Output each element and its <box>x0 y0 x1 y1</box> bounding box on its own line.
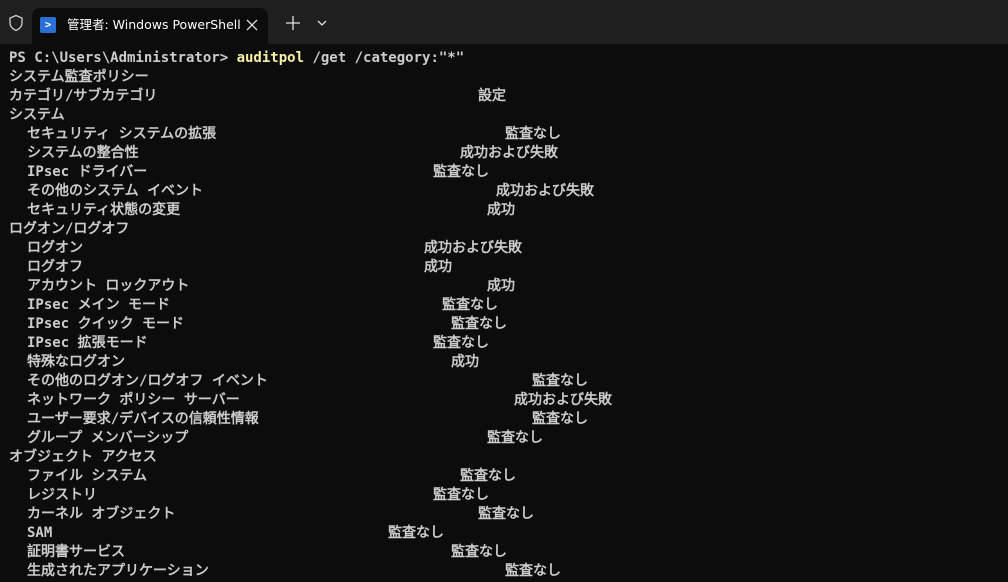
subcategory-setting: 監査なし <box>478 506 534 522</box>
subcategory-label: アカウント ロックアウト <box>27 278 190 294</box>
subcategory-label: グループ メンバーシップ <box>27 430 189 446</box>
subcategory-setting: 監査なし <box>532 373 588 389</box>
subcategory-label: SAM <box>27 525 53 541</box>
subcategory-setting: 監査なし <box>388 525 444 541</box>
subcategory-label: その他のシステム イベント <box>27 183 204 199</box>
subcategory-label: ユーザー要求/デバイスの信頼性情報 <box>27 411 259 427</box>
policy-heading: システム監査ポリシー <box>0 68 1008 87</box>
subcategory-row: ユーザー要求/デバイスの信頼性情報 監査なし <box>0 410 1008 429</box>
tab-powershell[interactable]: > 管理者: Windows PowerShell <box>32 8 268 44</box>
category-name: システム <box>9 107 65 123</box>
subcategory-setting: 監査なし <box>433 487 489 503</box>
subcategory-label: IPsec クイック モード <box>27 316 185 332</box>
subcategory-row: IPsec ドライバー 監査なし <box>0 163 1008 182</box>
subcategory-row: 証明書サービス 監査なし <box>0 543 1008 562</box>
shield-icon <box>9 14 23 32</box>
tab-title: 管理者: Windows PowerShell <box>67 17 241 32</box>
category-row: オブジェクト アクセス <box>0 448 1008 467</box>
plus-icon[interactable] <box>283 13 303 33</box>
subcategory-label: ネットワーク ポリシー サーバー <box>27 392 240 408</box>
subcategory-label: IPsec ドライバー <box>27 164 148 180</box>
terminal-output[interactable]: PS C:\Users\Administrator> auditpol /get… <box>0 44 1008 582</box>
subcategory-setting: 監査なし <box>442 297 498 313</box>
subcategory-row: SAM 監査なし <box>0 524 1008 543</box>
category-name: オブジェクト アクセス <box>9 449 157 465</box>
subcategory-setting: 監査なし <box>433 335 489 351</box>
subcategory-label: セキュリティ システムの拡張 <box>27 126 217 142</box>
subcategory-setting: 監査なし <box>505 126 561 142</box>
subcategory-row: IPsec メイン モード 監査なし <box>0 296 1008 315</box>
subcategory-setting: 成功 <box>487 278 515 294</box>
column-header: カテゴリ/サブカテゴリ 設定 <box>0 87 1008 106</box>
subcategory-row: ログオン 成功および失敗 <box>0 239 1008 258</box>
subcategory-row: IPsec 拡張モード 監査なし <box>0 334 1008 353</box>
subcategory-row: 特殊なログオン 成功 <box>0 353 1008 372</box>
category-row: ログオン/ログオフ <box>0 220 1008 239</box>
subcategory-setting: 監査なし <box>487 430 543 446</box>
column-label: カテゴリ/サブカテゴリ <box>9 88 158 104</box>
subcategory-label: ログオン <box>27 240 83 256</box>
subcategory-row: システムの整合性 成功および失敗 <box>0 144 1008 163</box>
subcategory-setting: 成功 <box>424 259 452 275</box>
close-icon[interactable] <box>242 15 262 35</box>
subcategory-label: レジストリ <box>27 487 97 503</box>
subcategory-label: IPsec メイン モード <box>27 297 171 313</box>
subcategory-label: その他のログオン/ログオフ イベント <box>27 373 268 389</box>
subcategory-setting: 成功および失敗 <box>424 240 522 256</box>
subcategory-row: その他のログオン/ログオフ イベント 監査なし <box>0 372 1008 391</box>
column-setting: 設定 <box>478 88 506 104</box>
subcategory-label: ログオフ <box>27 259 83 275</box>
subcategory-label: 特殊なログオン <box>27 354 125 370</box>
subcategory-label: ファイル システム <box>27 468 148 484</box>
prompt-text: PS C:\Users\Administrator> <box>9 50 237 66</box>
chevron-down-icon[interactable] <box>313 14 331 32</box>
subcategory-label: カーネル オブジェクト <box>27 506 176 522</box>
subcategory-row: レジストリ 監査なし <box>0 486 1008 505</box>
subcategory-setting: 成功 <box>451 354 479 370</box>
subcategory-label: IPsec 拡張モード <box>27 335 148 351</box>
subcategory-label: 証明書サービス <box>27 544 125 560</box>
subcategory-setting: 監査なし <box>451 316 507 332</box>
subcategory-setting: 成功および失敗 <box>460 145 558 161</box>
command-text: auditpol <box>236 50 305 66</box>
subcategory-row: その他のシステム イベント 成功および失敗 <box>0 182 1008 201</box>
subcategory-row: 生成されたアプリケーション 監査なし <box>0 562 1008 581</box>
prompt-wrap: PS C:\Users\Administrator> auditpol /get… <box>9 49 464 68</box>
subcategory-row: ログオフ 成功 <box>0 258 1008 277</box>
subcategory-setting: 監査なし <box>505 563 561 579</box>
subcategory-row: アカウント ロックアウト 成功 <box>0 277 1008 296</box>
subcategory-setting: 監査なし <box>460 468 516 484</box>
subcategory-row: ファイル システム 監査なし <box>0 467 1008 486</box>
subcategory-setting: 成功および失敗 <box>496 183 594 199</box>
subcategory-row: セキュリティ状態の変更 成功 <box>0 201 1008 220</box>
subcategory-setting: 成功 <box>487 202 515 218</box>
subcategory-label: 生成されたアプリケーション <box>27 563 209 579</box>
subcategory-setting: 監査なし <box>532 411 588 427</box>
subcategory-label: システムの整合性 <box>27 145 139 161</box>
category-name: ログオン/ログオフ <box>9 221 130 237</box>
subcategory-row: グループ メンバーシップ 監査なし <box>0 429 1008 448</box>
subcategory-row: IPsec クイック モード 監査なし <box>0 315 1008 334</box>
subcategory-setting: 監査なし <box>451 544 507 560</box>
command-args: /get /category:"*" <box>304 50 465 66</box>
powershell-icon: > <box>40 17 56 33</box>
policy-heading-text: システム監査ポリシー <box>9 69 149 85</box>
subcategory-row: ネットワーク ポリシー サーバー 成功および失敗 <box>0 391 1008 410</box>
subcategory-setting: 監査なし <box>433 164 489 180</box>
subcategory-row: カーネル オブジェクト 監査なし <box>0 505 1008 524</box>
subcategory-row: セキュリティ システムの拡張 監査なし <box>0 125 1008 144</box>
subcategory-setting: 成功および失敗 <box>514 392 612 408</box>
category-row: システム <box>0 106 1008 125</box>
command-line: PS C:\Users\Administrator> auditpol /get… <box>0 49 1008 68</box>
subcategory-label: セキュリティ状態の変更 <box>27 202 181 218</box>
title-bar: > 管理者: Windows PowerShell <box>0 0 1008 44</box>
